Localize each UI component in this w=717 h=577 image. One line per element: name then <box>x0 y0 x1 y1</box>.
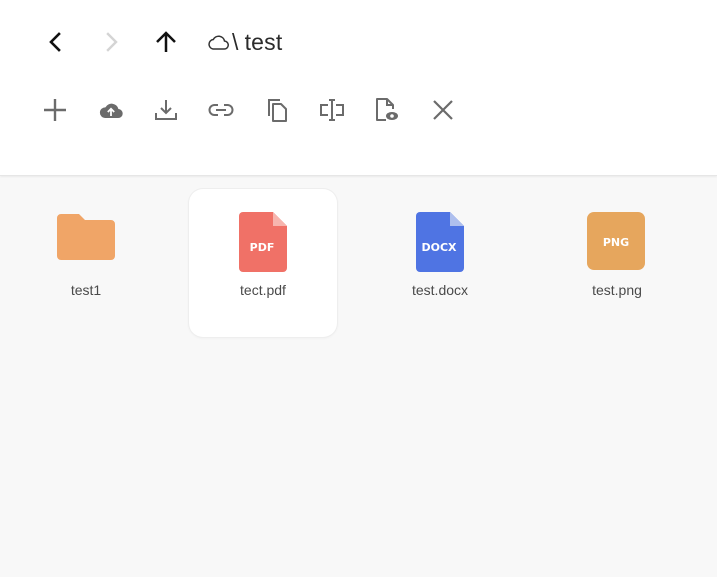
header: \ test <box>0 0 717 176</box>
file-item-test1[interactable]: test1 <box>12 189 160 337</box>
file-item-test-png[interactable]: PNG test.png <box>543 189 691 337</box>
download-button[interactable] <box>151 95 181 125</box>
rename-icon <box>320 99 344 121</box>
rename-button[interactable] <box>317 95 347 125</box>
file-name: test.png <box>592 282 642 298</box>
plus-icon <box>44 99 66 121</box>
link-icon <box>208 104 234 116</box>
svg-text:DOCX: DOCX <box>421 241 457 254</box>
preview-file-icon <box>376 98 398 121</box>
copy-button[interactable] <box>262 95 292 125</box>
link-button[interactable] <box>206 95 236 125</box>
file-item-tect-pdf[interactable]: PDF tect.pdf <box>189 189 337 337</box>
new-button[interactable] <box>40 95 70 125</box>
file-grid: test1 PDF tect.pdf DOCX test.docx PNG te… <box>0 176 717 577</box>
file-name: tect.pdf <box>240 282 286 298</box>
png-file-icon: PNG <box>587 212 647 277</box>
close-button[interactable] <box>428 95 458 125</box>
file-manager: \ test test1 PDF tect.pdf DOCX test.docx… <box>0 0 717 577</box>
copy-icon <box>268 99 287 122</box>
up-button[interactable] <box>151 27 181 57</box>
svg-text:PNG: PNG <box>603 236 629 249</box>
forward-button[interactable] <box>96 27 126 57</box>
current-folder-name[interactable]: test <box>245 29 283 56</box>
cloud-icon[interactable] <box>207 35 229 51</box>
cloud-upload-icon <box>99 103 123 119</box>
breadcrumb: \ test <box>207 27 282 57</box>
file-item-test-docx[interactable]: DOCX test.docx <box>366 189 514 337</box>
preview-button[interactable] <box>372 95 402 125</box>
folder-icon <box>55 212 117 267</box>
back-button[interactable] <box>41 27 71 57</box>
close-icon <box>433 100 453 120</box>
upload-button[interactable] <box>96 95 126 125</box>
docx-file-icon: DOCX <box>416 212 464 277</box>
arrow-up-icon <box>156 31 176 52</box>
path-separator: \ <box>232 28 239 55</box>
pdf-file-icon: PDF <box>239 212 287 277</box>
svg-text:PDF: PDF <box>250 241 275 254</box>
file-name: test.docx <box>411 282 469 298</box>
chevron-right-icon <box>106 32 118 52</box>
file-name: test1 <box>70 282 102 298</box>
download-icon <box>155 100 177 120</box>
chevron-left-icon <box>49 32 61 52</box>
